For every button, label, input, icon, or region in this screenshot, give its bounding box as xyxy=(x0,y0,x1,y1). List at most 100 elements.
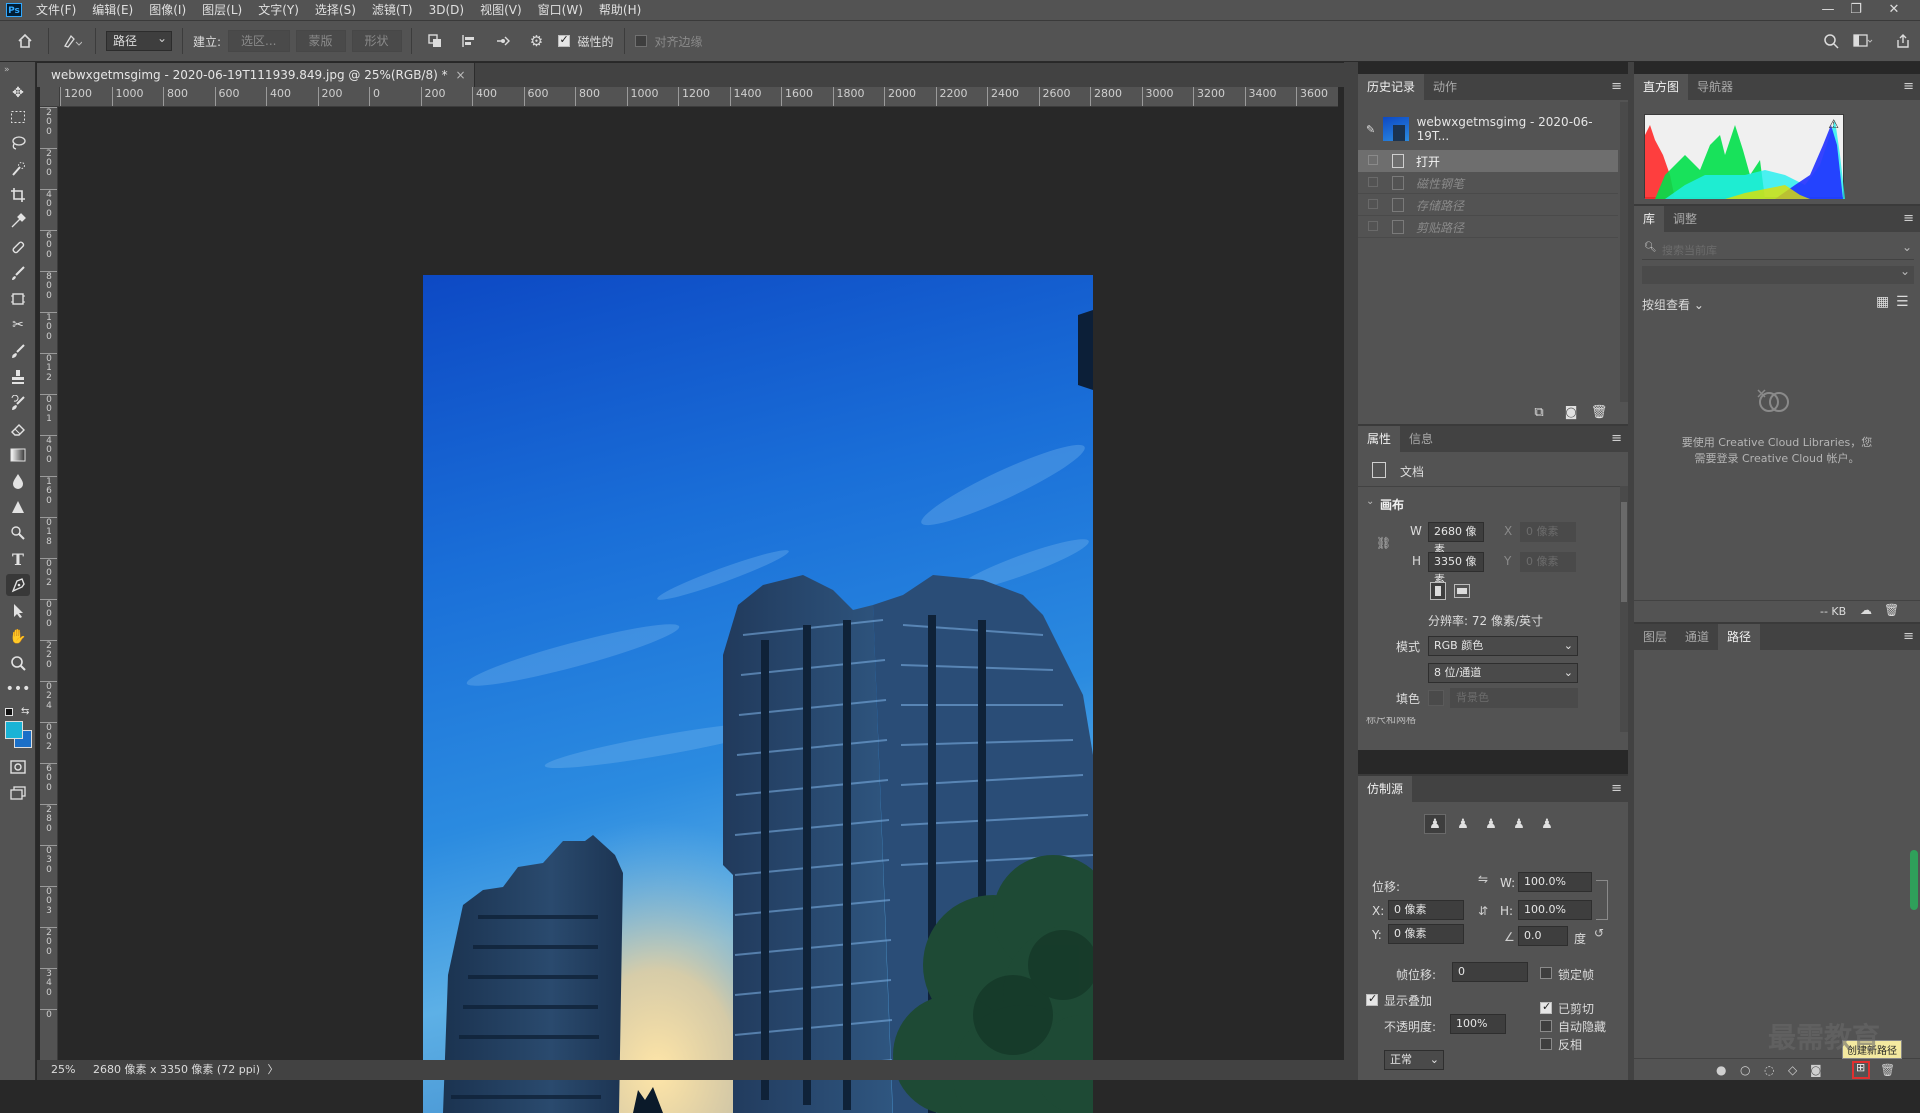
status-menu-arrow-icon[interactable]: 〉 xyxy=(268,1063,279,1076)
list-view-icon[interactable]: ☰ xyxy=(1896,294,1909,310)
tab-info[interactable]: 信息 xyxy=(1400,426,1442,452)
close-tab-icon[interactable]: × xyxy=(456,63,466,87)
offset-y-field[interactable]: 0 像素 xyxy=(1388,924,1464,944)
search-icon[interactable] xyxy=(1818,28,1844,54)
tab-history[interactable]: 历史记录 xyxy=(1358,74,1425,100)
group-view-dropdown[interactable]: 按组查看 ⌄ xyxy=(1642,296,1704,313)
show-overlay-checkbox[interactable] xyxy=(1366,992,1378,1006)
tab-paths[interactable]: 路径 xyxy=(1718,624,1761,650)
path-arrangement-icon[interactable] xyxy=(490,28,516,54)
chevron-down-icon[interactable]: ⌄ xyxy=(1366,496,1374,507)
offset-x-field[interactable]: 0 像素 xyxy=(1388,900,1464,920)
paths-scrollbar[interactable] xyxy=(1910,850,1918,910)
foreground-color-swatch[interactable] xyxy=(5,721,23,739)
history-item[interactable]: 剪贴路径 xyxy=(1358,216,1618,238)
more-tools-icon[interactable]: ••• xyxy=(6,678,31,700)
cloud-sync-icon[interactable]: ☁ xyxy=(1860,603,1872,617)
menu-type[interactable]: 文字(Y) xyxy=(250,0,307,20)
eraser-tool-icon[interactable] xyxy=(6,418,30,440)
path-selection-tool-icon[interactable] xyxy=(6,600,30,622)
scissors-tool-icon[interactable]: ✂ xyxy=(6,314,30,336)
make-mask-button[interactable]: 蒙版 xyxy=(295,30,346,52)
auto-hide-checkbox[interactable] xyxy=(1540,1020,1552,1032)
grid-view-icon[interactable]: ▦ xyxy=(1876,294,1889,310)
history-brush-checkbox[interactable] xyxy=(1368,177,1378,187)
hand-tool-icon[interactable]: ✋ xyxy=(6,626,30,648)
lock-frame-checkbox[interactable] xyxy=(1540,967,1552,979)
collapse-toolbar-icon[interactable]: » xyxy=(4,65,10,75)
menu-help[interactable]: 帮助(H) xyxy=(591,0,649,20)
rulers-grid-section-header[interactable]: 标尺和网格 xyxy=(1366,717,1416,725)
menu-filter[interactable]: 滤镜(T) xyxy=(364,0,421,20)
restore-button[interactable]: ❐ xyxy=(1840,0,1872,20)
panel-menu-icon[interactable]: ≡ xyxy=(1903,211,1914,226)
history-brush-checkbox[interactable] xyxy=(1368,199,1378,209)
history-brush-source-icon[interactable]: ✎ xyxy=(1366,123,1375,136)
tab-histogram[interactable]: 直方图 xyxy=(1634,74,1689,100)
make-shape-button[interactable]: 形状 xyxy=(351,30,402,52)
history-scrollbar[interactable] xyxy=(1620,102,1628,402)
share-icon[interactable] xyxy=(1890,28,1916,54)
swap-colors-icon[interactable]: ⇆ xyxy=(21,706,29,717)
flip-vertical-icon[interactable]: ⇵ xyxy=(1478,904,1488,918)
link-icon[interactable]: ⛓ xyxy=(1376,536,1391,550)
pen-mode-select[interactable]: 路径 xyxy=(106,29,172,51)
scale-w-field[interactable]: 100.0% xyxy=(1518,872,1592,892)
history-brush-tool-icon[interactable] xyxy=(6,392,30,414)
path-operations-icon[interactable] xyxy=(422,28,448,54)
make-selection-button[interactable]: 选区... xyxy=(228,30,290,52)
add-mask-icon[interactable]: ◙ xyxy=(1810,1063,1822,1077)
quick-selection-tool-icon[interactable] xyxy=(6,158,30,180)
lasso-tool-icon[interactable] xyxy=(6,132,30,154)
menu-edit[interactable]: 编辑(E) xyxy=(84,0,141,20)
gear-icon[interactable]: ⚙ xyxy=(524,28,550,54)
clone-stamp-tool-icon[interactable] xyxy=(6,366,30,388)
trash-icon[interactable]: 🗑 xyxy=(1884,603,1899,617)
clone-source-5-icon[interactable]: ♟ xyxy=(1536,814,1558,834)
landscape-orientation-icon[interactable] xyxy=(1454,584,1470,598)
menu-select[interactable]: 选择(S) xyxy=(307,0,364,20)
clone-source-2-icon[interactable]: ♟ xyxy=(1452,814,1474,834)
history-snapshot[interactable]: ✎ webwxgetmsgimg - 2020-06-19T... xyxy=(1358,114,1620,144)
tab-properties[interactable]: 属性 xyxy=(1358,426,1401,452)
home-icon[interactable] xyxy=(12,28,38,54)
freeform-pen-preset-icon[interactable] xyxy=(59,28,85,54)
link-scale-icon[interactable] xyxy=(1596,880,1608,920)
clone-source-3-icon[interactable]: ♟ xyxy=(1480,814,1502,834)
panel-menu-icon[interactable]: ≡ xyxy=(1611,431,1622,446)
menu-image[interactable]: 图像(I) xyxy=(141,0,194,20)
workspace-icon[interactable] xyxy=(1850,28,1876,54)
reset-transform-icon[interactable]: ↺ xyxy=(1594,926,1604,940)
canvas-x-field[interactable]: 0 像素 xyxy=(1520,522,1576,542)
frame-offset-field[interactable]: 0 xyxy=(1452,962,1528,982)
fill-path-icon[interactable]: ● xyxy=(1716,1063,1726,1077)
canvas-height-field[interactable]: 3350 像素 xyxy=(1428,552,1484,586)
library-search-field[interactable]: 🔍︎ 搜索当前库 ⌄ xyxy=(1642,240,1914,260)
tab-actions[interactable]: 动作 xyxy=(1424,74,1466,100)
crop-tool-icon[interactable] xyxy=(6,184,30,206)
history-brush-checkbox[interactable] xyxy=(1368,221,1378,231)
path-alignment-icon[interactable] xyxy=(456,28,482,54)
history-item[interactable]: 存储路径 xyxy=(1358,194,1618,216)
library-select[interactable]: ⌄ xyxy=(1642,264,1914,284)
stroke-path-icon[interactable]: ○ xyxy=(1740,1063,1750,1077)
load-as-selection-icon[interactable]: ◌ xyxy=(1764,1063,1774,1077)
menu-file[interactable]: 文件(F) xyxy=(28,0,84,20)
panel-menu-icon[interactable]: ≡ xyxy=(1903,79,1914,94)
move-tool-icon[interactable]: ✥ xyxy=(6,82,30,104)
opacity-field[interactable]: 100% xyxy=(1450,1014,1506,1034)
marquee-tool-icon[interactable] xyxy=(6,106,30,128)
brush-tool-icon-2[interactable] xyxy=(6,340,30,362)
vertical-ruler[interactable]: 2002004006008001000120014001600180020002… xyxy=(40,107,58,1060)
scale-h-field[interactable]: 100.0% xyxy=(1518,900,1592,920)
freeform-pen-tool-icon[interactable] xyxy=(6,574,30,596)
clone-source-1-icon[interactable]: ♟ xyxy=(1424,814,1446,834)
canvas-width-field[interactable]: 2680 像素 xyxy=(1428,522,1484,556)
default-colors-icon[interactable] xyxy=(5,708,13,716)
align-edges-checkbox[interactable] xyxy=(634,35,647,47)
rotation-field[interactable]: 0.0 xyxy=(1518,926,1568,946)
trash-icon[interactable]: 🗑 xyxy=(1588,402,1610,422)
pen-tool-icon[interactable] xyxy=(6,522,30,544)
clipped-checkbox[interactable] xyxy=(1540,1000,1552,1014)
panel-menu-icon[interactable]: ≡ xyxy=(1903,629,1914,644)
